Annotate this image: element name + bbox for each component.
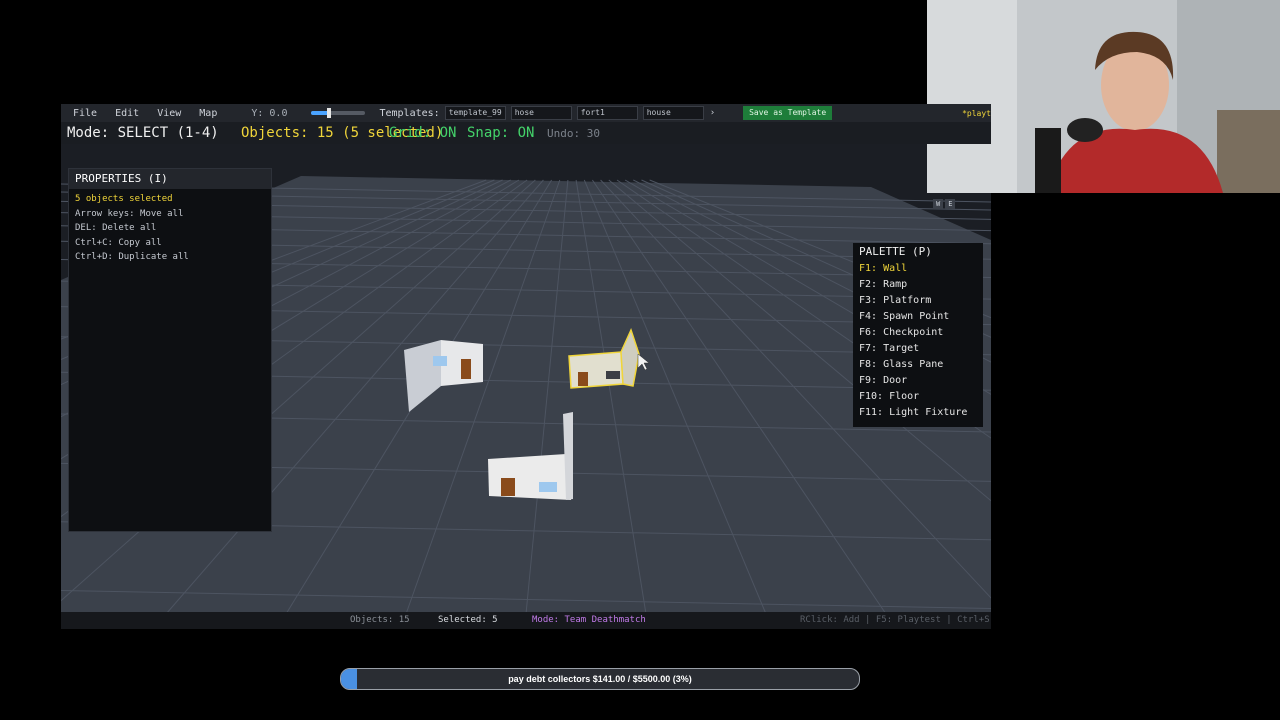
- donation-goal-bar: pay debt collectors $141.00 / $5500.00 (…: [340, 668, 860, 690]
- palette-item-floor[interactable]: F10: Floor: [853, 389, 983, 405]
- undo-count: Undo: 30: [547, 127, 600, 140]
- templates-label: Templates:: [379, 107, 440, 119]
- donation-goal-text: pay debt collectors $141.00 / $5500.00 (…: [508, 674, 692, 684]
- save-as-template-button[interactable]: Save as Template: [743, 106, 833, 120]
- properties-title: PROPERTIES (I): [69, 169, 271, 189]
- y-level-slider[interactable]: [311, 108, 366, 118]
- webcam-feed-image: [927, 0, 1280, 193]
- mode-indicator: Mode: SELECT (1-4): [67, 125, 219, 141]
- level-editor-window: File Edit View Map Y: 0.0 Templates: tem…: [61, 104, 991, 629]
- palette-item-checkpoint[interactable]: F6: Checkpoint: [853, 325, 983, 341]
- properties-line: DEL: Delete all: [75, 223, 157, 233]
- w-key-hint: W: [933, 199, 944, 209]
- y-level-slider-knob[interactable]: [326, 108, 331, 118]
- palette-item-target[interactable]: F7: Target: [853, 341, 983, 357]
- template-slot-4[interactable]: house: [642, 106, 704, 120]
- templates-next-icon[interactable]: ›: [710, 108, 715, 118]
- we-key-hints: W E: [933, 199, 956, 209]
- y-level-label: Y: 0.0: [251, 107, 288, 119]
- palette-item-light-fixture[interactable]: F11: Light Fixture: [853, 405, 983, 421]
- playtest-tag: *playt: [962, 108, 991, 118]
- palette-item-platform[interactable]: F3: Platform: [853, 293, 983, 309]
- palette-item-ramp[interactable]: F2: Ramp: [853, 277, 983, 293]
- palette-item-spawn-point[interactable]: F4: Spawn Point: [853, 309, 983, 325]
- palette-item-glass-pane[interactable]: F8: Glass Pane: [853, 357, 983, 373]
- bottom-objects-count: Objects: 15: [350, 615, 410, 625]
- properties-line: 5 objects selected: [75, 194, 173, 204]
- menu-bar: File Edit View Map Y: 0.0 Templates: tem…: [61, 104, 991, 122]
- menu-map[interactable]: Map: [199, 108, 217, 119]
- snap-toggle-status: Snap: ON: [467, 125, 535, 141]
- properties-line: Arrow keys: Move all: [75, 208, 184, 219]
- game-mode-label: Mode: Team Deathmatch: [532, 615, 646, 625]
- keyboard-hints: RClick: Add | F5: Playtest | Ctrl+S: Sav…: [800, 615, 991, 625]
- grid-toggle-status: Grid: ON: [389, 125, 457, 141]
- properties-line: Ctrl+C: Copy all: [75, 237, 162, 248]
- e-key-hint: E: [945, 199, 956, 209]
- menu-file[interactable]: File: [73, 108, 97, 119]
- template-slot-2[interactable]: hose: [510, 106, 572, 120]
- palette-item-wall[interactable]: F1: Wall: [853, 261, 983, 277]
- template-slot-3[interactable]: fort1: [576, 106, 638, 120]
- palette-item-door[interactable]: F9: Door: [853, 373, 983, 389]
- template-slot-1[interactable]: template_99: [444, 106, 506, 120]
- properties-line: Ctrl+D: Duplicate all: [75, 252, 189, 262]
- properties-panel: PROPERTIES (I) 5 objects selected Arrow …: [68, 168, 272, 532]
- menu-edit[interactable]: Edit: [115, 108, 139, 119]
- palette-title: PALETTE (P): [859, 245, 932, 258]
- bottom-selected-count: Selected: 5: [438, 615, 498, 625]
- palette-panel: PALETTE (P) F1: Wall F2: Ramp F3: Platfo…: [853, 243, 983, 427]
- menu-view[interactable]: View: [157, 108, 181, 119]
- webcam-overlay: [927, 0, 1280, 193]
- editor-status-line: Mode: SELECT (1-4) Objects: 15 (5 select…: [61, 122, 991, 144]
- bottom-status-bar: Objects: 15 Selected: 5 Mode: Team Death…: [61, 612, 991, 629]
